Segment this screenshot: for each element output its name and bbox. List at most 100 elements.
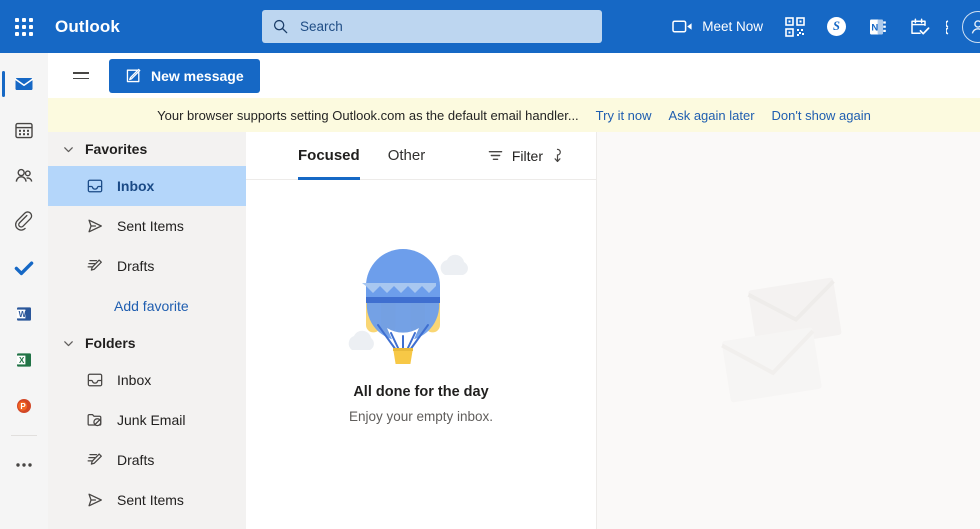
command-bar: New message: [48, 53, 980, 98]
search-icon: [273, 19, 288, 34]
rail-item-word[interactable]: W: [0, 291, 48, 337]
sort-arrow-down-icon: [554, 148, 561, 163]
reading-pane: [597, 132, 980, 529]
search-box[interactable]: [262, 10, 602, 43]
message-list-tabs: Focused Other Filter: [246, 132, 596, 180]
message-list-pane: Focused Other Filter All done for the da…: [246, 132, 597, 529]
send-icon: [88, 219, 102, 233]
powerpoint-icon: P: [17, 399, 31, 413]
skype-icon: S: [827, 17, 846, 36]
banner-ask-again-later-link[interactable]: Ask again later: [669, 108, 755, 123]
folders-group-label: Folders: [85, 335, 136, 351]
rail-item-more-apps[interactable]: [0, 442, 48, 488]
filter-icon: [488, 151, 503, 160]
tab-other[interactable]: Other: [388, 132, 426, 180]
favorites-group-label: Favorites: [85, 141, 148, 157]
sidebar-item-label: Drafts: [117, 452, 155, 468]
compose-icon: [126, 68, 141, 83]
calendar-check-icon: [911, 17, 930, 35]
rail-item-powerpoint[interactable]: P: [0, 383, 48, 429]
sidebar-item-drafts-favorite[interactable]: Drafts: [48, 246, 246, 286]
skype-button[interactable]: S: [816, 0, 857, 53]
inbox-icon: [87, 179, 103, 193]
favorites-group-header[interactable]: Favorites: [48, 132, 246, 166]
chevron-down-icon: [64, 340, 73, 346]
drafts-pencil-icon: [87, 259, 102, 271]
word-icon: W: [17, 307, 31, 321]
rail-item-calendar[interactable]: [0, 107, 48, 153]
empty-state-subtitle: Enjoy your empty inbox.: [348, 409, 494, 424]
folders-group-header[interactable]: Folders: [48, 326, 246, 360]
rail-divider: [11, 435, 37, 436]
rail-item-excel[interactable]: X: [0, 337, 48, 383]
video-camera-icon: [672, 20, 692, 33]
banner-dont-show-again-link[interactable]: Don't show again: [772, 108, 871, 123]
empty-inbox-state: All done for the day Enjoy your empty in…: [246, 180, 596, 424]
add-favorite-link[interactable]: Add favorite: [48, 286, 246, 326]
calendar-check-button[interactable]: [899, 0, 942, 53]
sidebar-item-label: Sent Items: [117, 218, 184, 234]
sidebar-item-sent-items-favorite[interactable]: Sent Items: [48, 206, 246, 246]
empty-state-title: All done for the day: [353, 384, 489, 400]
rail-item-people[interactable]: [0, 153, 48, 199]
sidebar-item-drafts-folder[interactable]: Drafts: [48, 440, 246, 480]
hamburger-menu-icon: [73, 72, 89, 74]
filter-button[interactable]: Filter: [487, 147, 564, 164]
svg-text:N: N: [871, 22, 878, 33]
qr-code-icon: [785, 16, 805, 37]
filter-label: Filter: [511, 147, 543, 164]
brand-title: Outlook: [55, 16, 120, 36]
svg-text:P: P: [20, 402, 26, 411]
rail-item-mail[interactable]: [0, 61, 48, 107]
sidebar-item-sent-items-folder[interactable]: Sent Items: [48, 480, 246, 520]
sidebar-item-inbox-folder[interactable]: Inbox: [48, 360, 246, 400]
qr-code-button[interactable]: [774, 0, 816, 53]
rail-item-to-do[interactable]: [0, 245, 48, 291]
app-launcher-button[interactable]: [0, 0, 48, 53]
inbox-icon: [87, 373, 103, 387]
search-input[interactable]: [300, 19, 592, 34]
send-icon: [88, 493, 102, 507]
banner-try-it-now-link[interactable]: Try it now: [596, 108, 652, 123]
banner-message: Your browser supports setting Outlook.co…: [157, 107, 579, 123]
attachment-paperclip-icon: [15, 211, 33, 231]
folder-sidebar: Favorites Inbox Sent Items Drafts Add fa…: [48, 132, 246, 529]
svg-text:W: W: [19, 310, 27, 319]
excel-icon: X: [17, 353, 31, 367]
mail-icon: [14, 78, 34, 90]
meet-now-button[interactable]: Meet Now: [661, 0, 774, 53]
top-header-bar: Outlook Meet Now: [0, 0, 980, 53]
new-message-button[interactable]: New message: [109, 58, 260, 93]
onenote-button[interactable]: N: [857, 0, 899, 53]
settings-button[interactable]: [942, 0, 962, 53]
waffle-grid-icon: [15, 17, 33, 36]
sidebar-item-label: Junk Email: [117, 412, 186, 428]
checkmark-icon: [14, 261, 34, 276]
sidebar-item-inbox-favorite[interactable]: Inbox: [48, 166, 246, 206]
avatar[interactable]: [962, 10, 980, 43]
default-handler-banner: Your browser supports setting Outlook.co…: [48, 98, 980, 132]
hot-air-balloon-illustration: [348, 249, 468, 364]
outlook-web-app: Outlook Meet Now: [0, 0, 980, 529]
person-icon: [971, 19, 980, 34]
calendar-icon: [15, 122, 33, 139]
envelopes-watermark: [720, 277, 841, 402]
sidebar-item-label: Drafts: [117, 258, 155, 274]
sidebar-item-label: Inbox: [117, 372, 152, 388]
header-actions: Meet Now S N: [661, 0, 980, 53]
junk-folder-icon: [87, 413, 102, 427]
sidebar-item-junk-email-folder[interactable]: Junk Email: [48, 400, 246, 440]
sidebar-item-label: Inbox: [117, 178, 155, 194]
sidebar-item-label: Sent Items: [117, 492, 184, 508]
hamburger-menu-button[interactable]: [64, 59, 98, 93]
rail-item-files[interactable]: [0, 199, 48, 245]
svg-text:X: X: [19, 356, 25, 365]
meet-now-label: Meet Now: [702, 19, 763, 34]
tab-focused[interactable]: Focused: [298, 132, 360, 180]
people-icon: [15, 168, 33, 182]
new-message-label: New message: [151, 67, 244, 84]
onenote-icon: N: [870, 19, 886, 34]
app-rail: W X P: [0, 53, 48, 529]
drafts-pencil-icon: [87, 453, 102, 465]
settings-gear-icon: [946, 19, 949, 34]
